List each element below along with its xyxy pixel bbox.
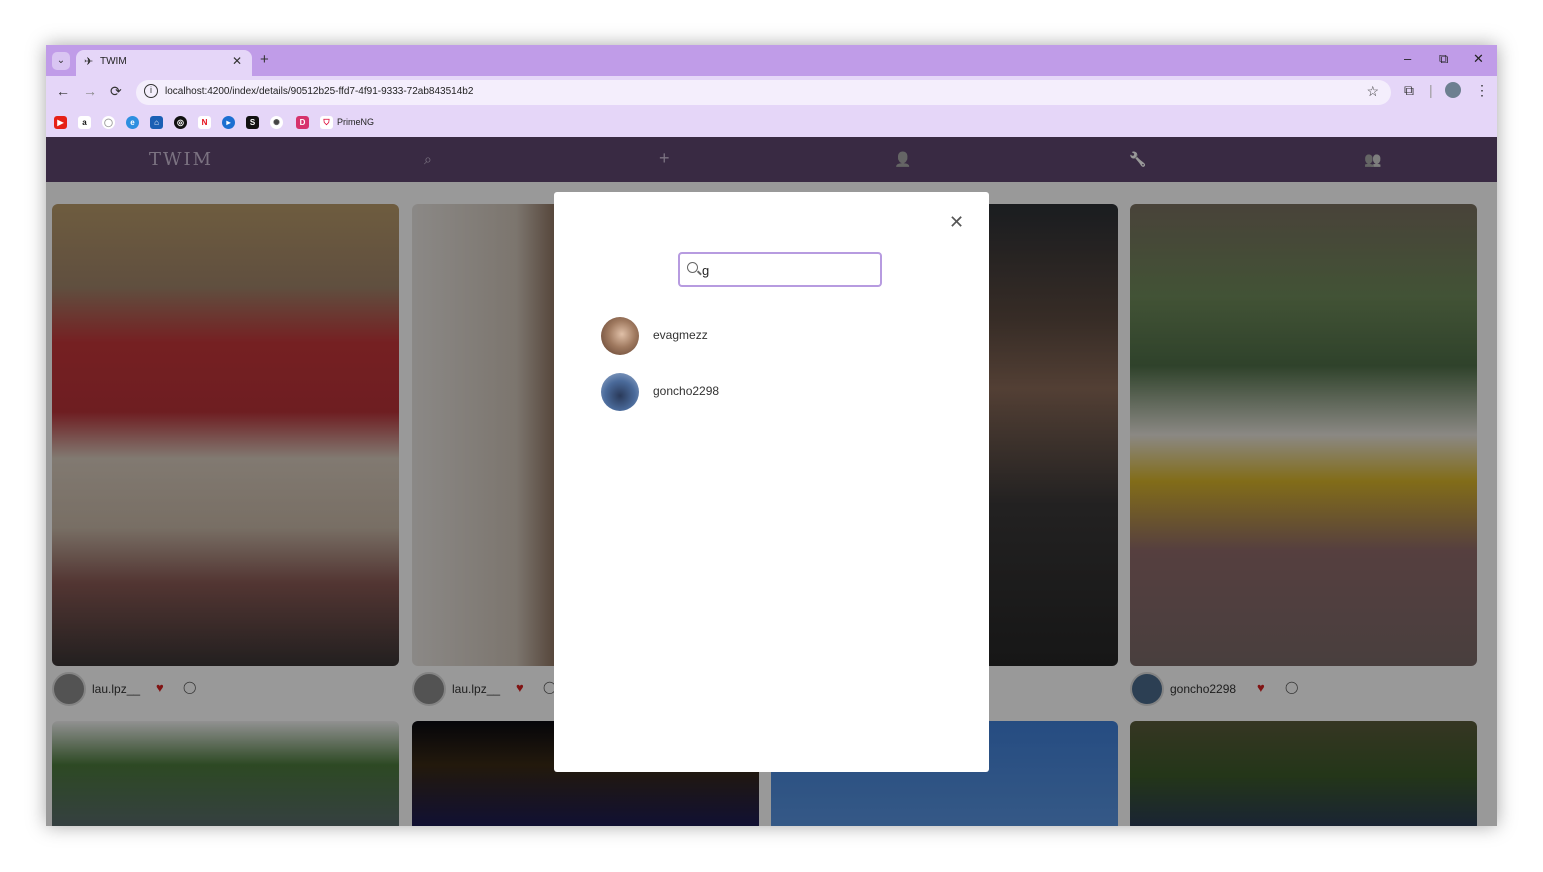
toolbar-divider: | (1429, 82, 1433, 98)
search-input[interactable] (702, 261, 872, 279)
site-info-icon[interactable]: i (144, 84, 158, 98)
tab-close-icon[interactable]: ✕ (232, 54, 242, 68)
minimize-button[interactable]: – (1404, 51, 1411, 66)
search-result-item[interactable]: goncho2298 (601, 373, 901, 411)
forward-icon[interactable]: → (83, 83, 97, 99)
search-icon (687, 262, 698, 273)
primeng-icon[interactable]: ⛉ (320, 116, 333, 129)
amazon-icon[interactable]: a (78, 116, 91, 129)
search-field[interactable] (678, 252, 882, 287)
restore-button[interactable]: ⧉ (1439, 51, 1448, 67)
bookmark-star-icon[interactable]: ☆ (1366, 83, 1379, 100)
openai-icon[interactable]: ✺ (270, 116, 283, 129)
result-username[interactable]: evagmezz (653, 328, 708, 342)
close-icon[interactable]: ✕ (949, 212, 964, 233)
profile-avatar[interactable] (1445, 82, 1461, 98)
search-result-item[interactable]: evagmezz (601, 317, 901, 355)
s-icon[interactable]: S (246, 116, 259, 129)
url-text[interactable]: localhost:4200/index/details/90512b25-ff… (165, 86, 473, 97)
tab-search-dropdown[interactable]: ⌄ (52, 52, 70, 70)
result-username[interactable]: goncho2298 (653, 384, 719, 398)
address-bar[interactable]: i localhost:4200/index/details/90512b25-… (136, 80, 1391, 105)
active-tab[interactable]: ✈ TWIM ✕ (76, 50, 252, 76)
play-icon[interactable]: ▸ (222, 116, 235, 129)
d-icon[interactable]: D (296, 116, 309, 129)
avatar[interactable] (601, 373, 639, 411)
browser-menu-icon[interactable]: ⋮ (1475, 82, 1489, 99)
back-icon[interactable]: ← (56, 83, 70, 99)
browser-toolbar: ← → ⟳ i localhost:4200/index/details/905… (46, 76, 1497, 108)
extensions-icon[interactable]: ⧉ (1404, 82, 1414, 99)
search-modal: ✕ evagmezz goncho2298 (554, 192, 989, 772)
youtube-icon[interactable]: ▶ (54, 116, 67, 129)
tab-title: TWIM (100, 56, 127, 67)
bookmark-primeng[interactable]: PrimeNG (337, 117, 374, 127)
edge-icon[interactable]: e (126, 116, 139, 129)
close-window-button[interactable]: ✕ (1473, 51, 1484, 67)
github-icon[interactable]: ◯ (102, 116, 115, 129)
academic-icon[interactable]: ⌂ (150, 116, 163, 129)
tab-strip: ⌄ ✈ TWIM ✕ + – ⧉ ✕ (46, 45, 1497, 76)
new-tab-button[interactable]: + (260, 51, 269, 68)
reload-icon[interactable]: ⟳ (110, 83, 122, 100)
avatar[interactable] (601, 317, 639, 355)
chatgpt-icon[interactable]: ◎ (174, 116, 187, 129)
browser-window: ⌄ ✈ TWIM ✕ + – ⧉ ✕ ← → ⟳ i localhost:420… (46, 45, 1497, 826)
bookmarks-bar: ▶ a ◯ e ⌂ ◎ N ▸ S ✺ D ⛉ PrimeNG (46, 108, 1497, 137)
netflix-icon[interactable]: N (198, 116, 211, 129)
tab-favicon-icon: ✈ (84, 56, 94, 68)
